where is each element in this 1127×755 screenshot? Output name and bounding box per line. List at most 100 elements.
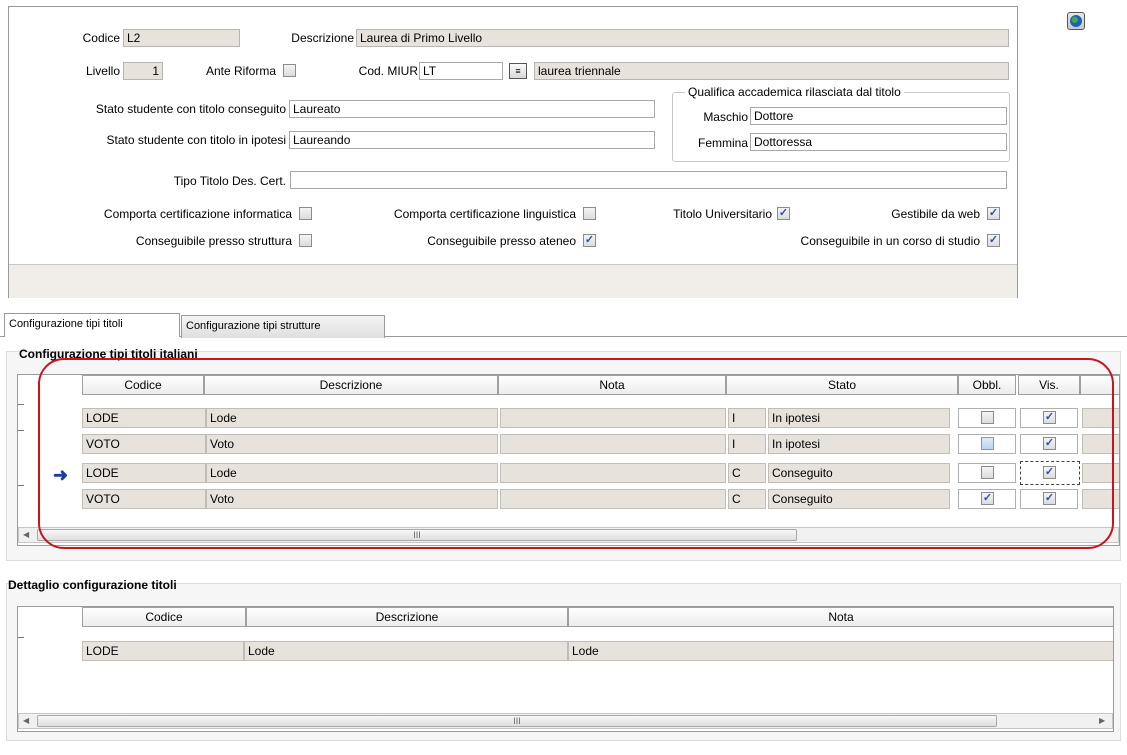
maschio-field[interactable]: Dottore <box>750 107 1007 125</box>
cell-descrizione[interactable]: Lode <box>206 408 498 428</box>
cell-stato-code[interactable]: C <box>728 463 766 483</box>
presso-struttura-label: Conseguibile presso struttura <box>135 234 292 248</box>
tipo-titolo-field[interactable] <box>290 171 1007 189</box>
col-header-nota[interactable]: Nota <box>568 607 1113 627</box>
cell-obbl[interactable] <box>958 489 1016 509</box>
stato-ipotesi-field[interactable]: Laureando <box>289 131 655 149</box>
col-header-codice[interactable]: Codice <box>82 375 204 395</box>
cell-codice[interactable]: LODE <box>82 408 206 428</box>
vis-checkbox[interactable] <box>1043 437 1056 450</box>
form-footer-strip <box>9 264 1017 298</box>
dettaglio-horizontal-scrollbar[interactable]: ◀ III ▶ <box>18 713 1113 729</box>
cell-vis[interactable] <box>1020 434 1078 454</box>
col-header-stato[interactable]: Stato <box>726 375 958 395</box>
row-marker <box>18 404 24 405</box>
row-marker <box>18 430 24 431</box>
cell-nota[interactable]: Lode <box>568 641 1113 661</box>
cell-stato[interactable]: Conseguito <box>768 489 950 509</box>
cell-codice[interactable]: VOTO <box>82 489 206 509</box>
obbl-checkbox[interactable] <box>981 492 994 505</box>
scroll-thumb[interactable]: III <box>37 715 997 727</box>
cell-stato[interactable]: In ipotesi <box>768 408 950 428</box>
qualifica-title: Qualifica accademica rilasciata dal tito… <box>685 85 904 99</box>
vis-checkbox[interactable] <box>1043 466 1056 479</box>
cell-vis-focused[interactable] <box>1020 461 1080 485</box>
cell-nota[interactable] <box>500 489 726 509</box>
scroll-right-icon[interactable]: ▶ <box>1099 716 1105 725</box>
tab-configurazione-tipi-titoli[interactable]: Configurazione tipi titoli <box>4 313 180 337</box>
scroll-left-icon[interactable]: ◀ <box>23 530 29 539</box>
dettaglio-title: Dettaglio configurazione titoli <box>8 578 177 592</box>
ante-riforma-checkbox[interactable] <box>283 64 296 77</box>
cell-stato-code[interactable]: I <box>728 434 766 454</box>
femmina-label: Femmina <box>697 136 748 150</box>
col-header-descrizione[interactable]: Descrizione <box>246 607 568 627</box>
cod-miur-field[interactable]: LT <box>419 62 503 80</box>
stato-conseguito-label: Stato studente con titolo conseguito <box>95 102 286 116</box>
cod-miur-description: laurea triennale <box>534 62 1009 80</box>
titolo-universitario-checkbox[interactable] <box>777 207 790 220</box>
stato-ipotesi-label: Stato studente con titolo in ipotesi <box>106 133 286 147</box>
lookup-icon[interactable]: ≡ <box>509 63 527 79</box>
cell-nota[interactable] <box>500 434 726 454</box>
presso-ateneo-checkbox[interactable] <box>583 234 596 247</box>
config-titoli-grid: Codice Descrizione Nota Stato Obbl. Vis.… <box>17 374 1120 546</box>
cell-obbl[interactable] <box>958 408 1016 428</box>
cell-codice[interactable]: LODE <box>82 463 206 483</box>
vis-checkbox[interactable] <box>1043 411 1056 424</box>
row-marker <box>18 637 24 638</box>
col-header-filler <box>1080 375 1119 395</box>
globe-icon[interactable] <box>1067 12 1085 30</box>
cell-stato[interactable]: Conseguito <box>768 463 950 483</box>
cell-vis[interactable] <box>1020 489 1078 509</box>
cell-stato[interactable]: In ipotesi <box>768 434 950 454</box>
maschio-label: Maschio <box>703 110 748 124</box>
cell-stato-code[interactable]: C <box>728 489 766 509</box>
cell-filler <box>1082 463 1119 483</box>
config-titoli-title: Configurazione tipi titoli italiani <box>19 347 198 361</box>
col-header-codice[interactable]: Codice <box>82 607 246 627</box>
obbl-checkbox[interactable] <box>981 411 994 424</box>
arrow-right-icon: ➜ <box>53 465 69 485</box>
config-horizontal-scrollbar[interactable]: ◀ III <box>18 527 1119 543</box>
femmina-field[interactable]: Dottoressa <box>750 133 1007 151</box>
cell-descrizione[interactable]: Lode <box>244 641 568 661</box>
scroll-thumb[interactable]: III <box>37 529 797 541</box>
scroll-left-icon[interactable]: ◀ <box>23 716 29 725</box>
col-header-obbl[interactable]: Obbl. <box>958 375 1016 395</box>
vis-checkbox[interactable] <box>1043 492 1056 505</box>
cell-descrizione[interactable]: Voto <box>206 489 498 509</box>
livello-field[interactable]: 1 <box>123 62 163 80</box>
tab-configurazione-tipi-strutture[interactable]: Configurazione tipi strutture <box>181 315 385 338</box>
cell-descrizione[interactable]: Lode <box>206 463 498 483</box>
cell-obbl[interactable] <box>958 434 1016 454</box>
col-header-descrizione[interactable]: Descrizione <box>204 375 498 395</box>
codice-field[interactable]: L2 <box>123 29 240 47</box>
cell-nota[interactable] <box>500 463 726 483</box>
obbl-checkbox[interactable] <box>981 466 994 479</box>
cell-descrizione[interactable]: Voto <box>206 434 498 454</box>
cell-stato-code[interactable]: I <box>728 408 766 428</box>
corso-studio-label: Conseguibile in un corso di studio <box>800 234 980 248</box>
obbl-checkbox[interactable] <box>981 437 994 450</box>
col-header-nota[interactable]: Nota <box>498 375 726 395</box>
cell-obbl[interactable] <box>958 463 1016 483</box>
cell-nota[interactable] <box>500 408 726 428</box>
corso-studio-checkbox[interactable] <box>987 234 1000 247</box>
cell-codice[interactable]: VOTO <box>82 434 206 454</box>
row-marker <box>18 485 24 486</box>
codice-label: Codice <box>82 31 120 45</box>
presso-struttura-checkbox[interactable] <box>299 234 312 247</box>
cod-miur-label: Cod. MIUR <box>358 64 418 78</box>
descrizione-label: Descrizione <box>291 31 354 45</box>
cell-filler <box>1082 434 1119 454</box>
descrizione-field[interactable]: Laurea di Primo Livello <box>356 29 1009 47</box>
stato-conseguito-field[interactable]: Laureato <box>289 100 655 118</box>
gestibile-web-checkbox[interactable] <box>987 207 1000 220</box>
cert-informatica-checkbox[interactable] <box>299 207 312 220</box>
col-header-vis[interactable]: Vis. <box>1018 375 1080 395</box>
livello-label: Livello <box>85 64 120 78</box>
cert-linguistica-checkbox[interactable] <box>583 207 596 220</box>
cell-codice[interactable]: LODE <box>82 641 244 661</box>
cell-vis[interactable] <box>1020 408 1078 428</box>
